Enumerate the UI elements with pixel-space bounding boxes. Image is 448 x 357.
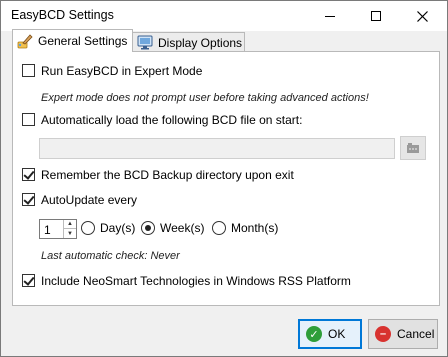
maximize-button[interactable] [353,1,399,31]
update-interval-stepper[interactable]: 1 ▲ ▼ [39,219,77,239]
interval-weeks-label[interactable]: Week(s) [160,221,204,235]
close-icon [416,10,428,22]
interval-days-radio[interactable] [81,221,95,235]
expert-mode-checkbox[interactable] [22,64,35,77]
expert-mode-label[interactable]: Run EasyBCD in Expert Mode [41,64,202,78]
settings-window: EasyBCD Settings General Settings Displa… [0,0,448,357]
ok-button[interactable]: ✓ OK [298,319,362,349]
rss-checkbox[interactable] [22,274,35,287]
tab-display-options[interactable]: Display Options [132,32,245,52]
window-title: EasyBCD Settings [11,8,114,22]
auto-update-checkbox[interactable] [22,193,35,206]
interval-months-radio[interactable] [212,221,226,235]
settings-brush-icon [17,34,33,49]
tab-display-label: Display Options [158,35,243,50]
cancel-icon: – [375,326,391,342]
minimize-button[interactable] [307,1,353,31]
minimize-icon [325,15,335,17]
stepper-up-button[interactable]: ▲ [64,220,76,229]
title-bar: EasyBCD Settings [1,1,447,31]
remember-backup-label[interactable]: Remember the BCD Backup directory upon e… [41,168,294,182]
tab-general-settings[interactable]: General Settings [12,29,133,52]
rss-label[interactable]: Include NeoSmart Technologies in Windows… [41,274,351,288]
check-icon: ✓ [306,326,322,342]
stepper-buttons: ▲ ▼ [63,220,76,238]
stepper-down-button[interactable]: ▼ [64,229,76,238]
ok-label: OK [328,327,346,341]
interval-days-label[interactable]: Day(s) [100,221,135,235]
update-interval-value: 1 [44,223,51,237]
cancel-button[interactable]: – Cancel [368,319,438,349]
last-check-status: Last automatic check: Never [41,250,180,262]
auto-load-checkbox[interactable] [22,113,35,126]
expert-mode-hint: Expert mode does not prompt user before … [41,92,369,104]
cancel-label: Cancel [397,327,435,341]
interval-weeks-radio[interactable] [141,221,155,235]
remember-backup-checkbox[interactable] [22,168,35,181]
auto-load-label[interactable]: Automatically load the following BCD fil… [41,113,302,127]
browse-button[interactable] [400,136,426,160]
tab-general-label: General Settings [38,34,128,48]
auto-update-label[interactable]: AutoUpdate every [41,193,137,207]
maximize-icon [371,11,381,21]
monitor-icon [137,35,153,50]
browse-icon [407,143,419,153]
interval-months-label[interactable]: Month(s) [231,221,278,235]
bcd-file-input[interactable] [39,138,395,159]
close-button[interactable] [399,1,445,31]
